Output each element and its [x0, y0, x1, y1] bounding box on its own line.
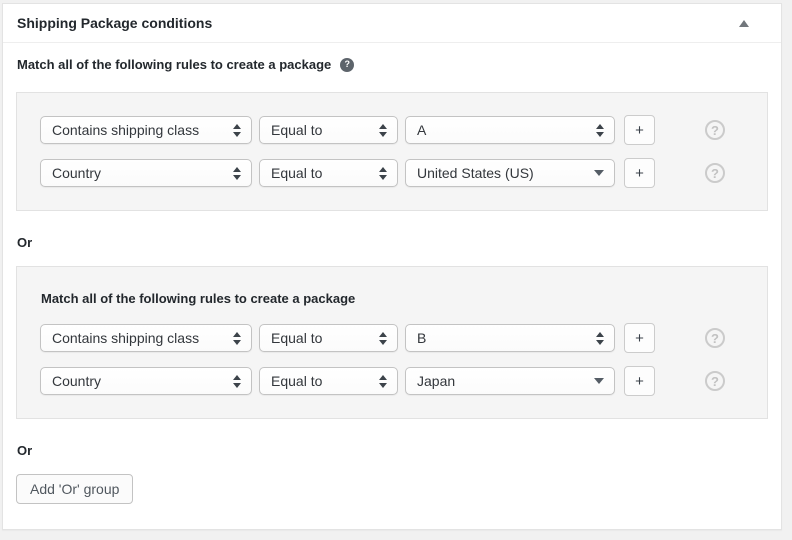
condition-select[interactable]: Contains shipping class	[40, 116, 252, 144]
value-select[interactable]: B	[405, 324, 615, 352]
condition-select[interactable]: Country	[40, 159, 252, 187]
select-updown-icon	[379, 332, 387, 345]
operator-select[interactable]: Equal to	[259, 159, 398, 187]
or-label: Or	[17, 443, 768, 458]
condition-select[interactable]: Contains shipping class	[40, 324, 252, 352]
chevron-down-icon	[594, 170, 604, 176]
chevron-down-icon	[594, 378, 604, 384]
condition-select[interactable]: Country	[40, 367, 252, 395]
add-or-group-button[interactable]: Add 'Or' group	[16, 474, 133, 504]
collapse-toggle-button[interactable]	[733, 14, 755, 33]
select-updown-icon	[379, 375, 387, 388]
group-1-heading-label: Match all of the following rules to crea…	[17, 57, 331, 72]
condition-row: Country Equal to Japan + ?	[40, 366, 747, 396]
or-label: Or	[17, 235, 768, 250]
value-dropdown[interactable]: Japan	[405, 367, 615, 395]
select-updown-icon	[233, 375, 241, 388]
add-condition-button[interactable]: +	[624, 366, 655, 396]
help-circle-icon[interactable]: ?	[705, 371, 725, 391]
operator-select[interactable]: Equal to	[259, 116, 398, 144]
group-2-heading-label: Match all of the following rules to crea…	[41, 291, 355, 306]
add-condition-button[interactable]: +	[624, 158, 655, 188]
panel-body: Match all of the following rules to crea…	[3, 43, 781, 504]
select-updown-icon	[233, 332, 241, 345]
help-circle-icon[interactable]: ?	[705, 328, 725, 348]
help-circle-icon[interactable]: ?	[705, 120, 725, 140]
operator-select[interactable]: Equal to	[259, 367, 398, 395]
help-icon[interactable]: ?	[340, 58, 354, 72]
group-2-heading: Match all of the following rules to crea…	[41, 291, 747, 306]
group-1-heading: Match all of the following rules to crea…	[17, 57, 768, 72]
condition-row: Contains shipping class Equal to A + ?	[40, 115, 747, 145]
select-updown-icon	[379, 124, 387, 137]
select-updown-icon	[596, 124, 604, 137]
condition-row: Contains shipping class Equal to B + ?	[40, 323, 747, 353]
select-updown-icon	[233, 167, 241, 180]
value-select[interactable]: A	[405, 116, 615, 144]
panel-header: Shipping Package conditions	[3, 4, 781, 43]
select-updown-icon	[233, 124, 241, 137]
add-condition-button[interactable]: +	[624, 115, 655, 145]
panel-title: Shipping Package conditions	[17, 15, 212, 31]
condition-group-1: Contains shipping class Equal to A + ? C…	[16, 92, 768, 211]
select-updown-icon	[596, 332, 604, 345]
chevron-up-icon	[739, 20, 749, 27]
value-dropdown[interactable]: United States (US)	[405, 159, 615, 187]
shipping-package-conditions-panel: Shipping Package conditions Match all of…	[2, 3, 782, 530]
add-condition-button[interactable]: +	[624, 323, 655, 353]
operator-select[interactable]: Equal to	[259, 324, 398, 352]
condition-group-2: Match all of the following rules to crea…	[16, 266, 768, 419]
select-updown-icon	[379, 167, 387, 180]
help-circle-icon[interactable]: ?	[705, 163, 725, 183]
condition-row: Country Equal to United States (US) + ?	[40, 158, 747, 188]
